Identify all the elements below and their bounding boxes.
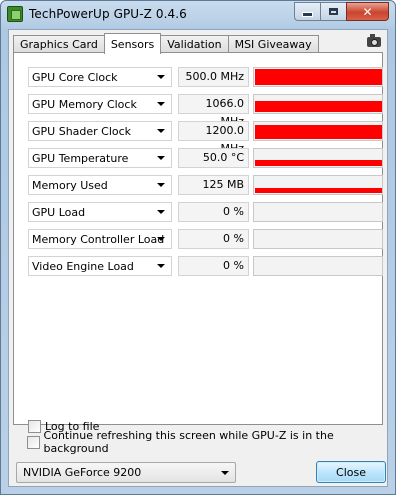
maximize-icon: [329, 8, 338, 15]
sensor-value: 1066.0 MHz: [178, 94, 249, 128]
sensor-name-dropdown[interactable]: GPU Memory Clock: [28, 94, 172, 114]
chevron-down-icon: [221, 471, 229, 475]
sensor-row: GPU Load 0 %: [28, 202, 383, 222]
log-to-file-checkbox[interactable]: [28, 419, 41, 433]
tab-validation[interactable]: Validation: [160, 35, 229, 53]
minimize-icon: [302, 12, 313, 17]
chevron-down-icon: [157, 183, 165, 187]
chevron-down-icon: [157, 210, 165, 214]
sensor-graph: [253, 229, 383, 249]
sensor-value: 0 %: [178, 256, 249, 276]
camera-icon[interactable]: [367, 34, 381, 47]
sensor-value: 125 MB: [178, 175, 249, 195]
chevron-down-icon: [157, 102, 165, 106]
sensor-name-label: Memory Controller Load: [32, 232, 165, 246]
sensor-graph: [253, 148, 383, 168]
sensor-value: 0 %: [178, 229, 249, 249]
sensor-graph: [253, 175, 383, 195]
tab-sensors[interactable]: Sensors: [103, 33, 162, 54]
tab-strip: Graphics Card Sensors Validation MSI Giv…: [13, 33, 319, 54]
gpu-select-value: NVIDIA GeForce 9200: [23, 466, 142, 479]
sensor-name-label: GPU Temperature: [32, 151, 129, 165]
sensor-graph: [253, 121, 383, 141]
title-bar[interactable]: TechPowerUp GPU-Z 0.4.6 ✕: [1, 1, 395, 27]
chevron-down-icon: [157, 237, 165, 241]
close-window-button[interactable]: ✕: [346, 2, 389, 21]
sensor-row: Video Engine Load 0 %: [28, 256, 383, 276]
caption-buttons: ✕: [294, 2, 389, 21]
sensor-name-label: GPU Load: [32, 205, 86, 219]
chevron-down-icon: [157, 75, 165, 79]
sensor-name-dropdown[interactable]: Memory Used: [28, 175, 172, 195]
sensor-value: 1200.0 MHz: [178, 121, 249, 155]
chevron-down-icon: [157, 156, 165, 160]
sensor-name-dropdown[interactable]: Memory Controller Load: [28, 229, 172, 249]
sensor-name-label: GPU Core Clock: [32, 70, 118, 84]
sensor-graph: [253, 202, 383, 222]
sensor-graph-bar: [255, 160, 382, 166]
sensor-row: GPU Memory Clock 1066.0 MHz: [28, 94, 383, 128]
tab-msi-giveaway[interactable]: MSI Giveaway: [227, 35, 319, 53]
sensors-panel: GPU Core Clock 500.0 MHz GPU Memory Clock 1…: [13, 52, 383, 433]
sensor-row: Memory Controller Load 0 %: [28, 229, 383, 249]
close-icon: ✕: [362, 4, 373, 19]
sensor-graph: [253, 94, 383, 114]
window-title: TechPowerUp GPU-Z 0.4.6: [29, 7, 187, 21]
sensor-row: GPU Shader Clock 1200.0 MHz: [28, 121, 383, 155]
sensor-row: Memory Used 125 MB: [28, 175, 383, 195]
chevron-down-icon: [157, 129, 165, 133]
close-button[interactable]: Close: [316, 461, 386, 483]
sensor-row: GPU Core Clock 500.0 MHz: [28, 67, 383, 87]
sensor-graph: [253, 256, 383, 276]
gpu-z-window: TechPowerUp GPU-Z 0.4.6 ✕ Graphics Card …: [0, 0, 396, 495]
sensor-value: 50.0 °C: [178, 148, 249, 168]
sensor-name-label: GPU Memory Clock: [32, 97, 137, 111]
sensor-name-dropdown[interactable]: GPU Load: [28, 202, 172, 222]
sensor-name-label: GPU Shader Clock: [32, 124, 132, 138]
client-area: Graphics Card Sensors Validation MSI Giv…: [8, 29, 388, 487]
sensor-value: 0 %: [178, 202, 249, 222]
minimize-button[interactable]: [294, 2, 320, 21]
sensor-name-label: Memory Used: [32, 178, 108, 192]
sensor-value: 500.0 MHz: [178, 67, 249, 87]
continue-refreshing-checkbox[interactable]: [27, 435, 40, 449]
sensor-graph-bar: [255, 125, 382, 139]
sensor-graph-bar: [255, 101, 382, 112]
sensor-graph-bar: [255, 69, 382, 85]
sensor-name-dropdown[interactable]: GPU Core Clock: [28, 67, 172, 87]
gpu-select-dropdown[interactable]: NVIDIA GeForce 9200: [16, 462, 236, 483]
chevron-down-icon: [157, 264, 165, 268]
maximize-button[interactable]: [320, 2, 346, 21]
sensor-row: GPU Temperature 50.0 °C: [28, 148, 383, 168]
tab-graphics-card[interactable]: Graphics Card: [13, 35, 105, 53]
gpu-z-app-icon[interactable]: [7, 6, 23, 22]
sensor-graph: [253, 67, 383, 87]
sensor-name-dropdown[interactable]: GPU Shader Clock: [28, 121, 172, 141]
continue-refreshing-label: Continue refreshing this screen while GP…: [43, 429, 334, 455]
sensor-name-dropdown[interactable]: Video Engine Load: [28, 256, 172, 276]
sensor-graph-bar: [255, 188, 382, 193]
sensor-name-dropdown[interactable]: GPU Temperature: [28, 148, 172, 168]
continue-refreshing-option[interactable]: Continue refreshing this screen while GP…: [27, 429, 387, 455]
sensor-name-label: Video Engine Load: [32, 259, 134, 273]
